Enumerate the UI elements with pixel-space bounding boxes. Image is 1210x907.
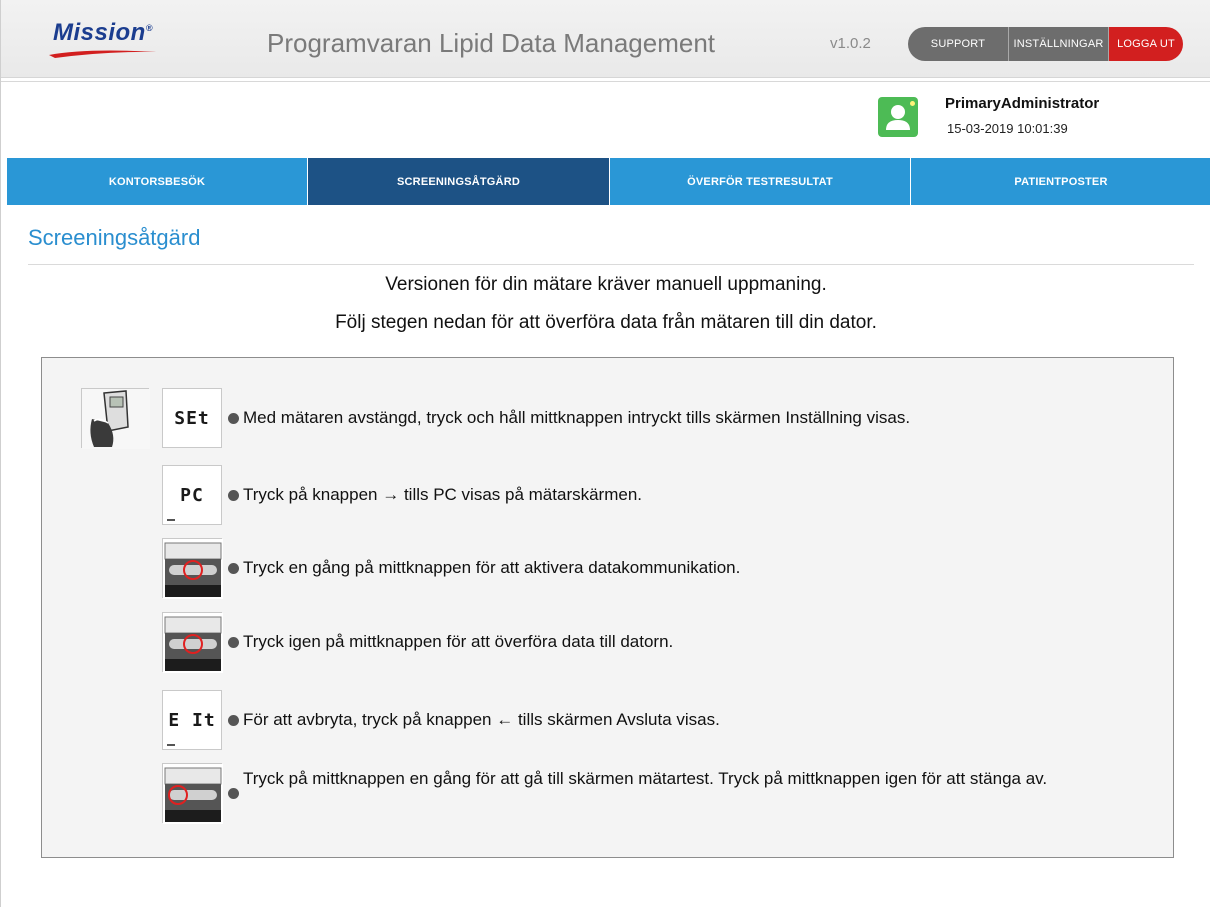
step-2-text: Tryck på knappen → tills PC visas på mät…: [243, 485, 643, 504]
status-dot: [910, 101, 915, 106]
main-nav: KONTORSBESÖK SCREENINGSÅTGÄRD ÖVERFÖR TE…: [7, 158, 1210, 205]
lcd-mem-mark: [167, 519, 175, 521]
title-divider: [28, 264, 1194, 265]
user-avatar-icon: [878, 97, 918, 137]
page-title: Screeningsåtgärd: [28, 225, 201, 250]
tab-kontorsbesok[interactable]: KONTORSBESÖK: [7, 158, 308, 205]
lcd-set-icon: SEt: [162, 388, 222, 448]
bullet-6: [228, 788, 239, 799]
version-label: v1.0.2: [830, 35, 871, 52]
app-title: Programvaran Lipid Data Management: [267, 28, 716, 58]
step-4-text: Tryck igen på mittknappen för att överfö…: [243, 632, 674, 651]
step-1-text: Med mätaren avstängd, tryck och håll mit…: [243, 408, 911, 427]
mission-logo: Mission®: [49, 19, 193, 58]
login-datetime: 15-03-2019 10:01:39: [947, 121, 1068, 136]
logout-button[interactable]: LOGGA UT: [1108, 27, 1183, 61]
logo-swoosh-icon: [49, 50, 157, 58]
tab-screeningsatgard[interactable]: SCREENINGSÅTGÄRD: [308, 158, 610, 205]
instruction-line-2: Följ stegen nedan för att överföra data …: [335, 312, 877, 333]
page: Mission® Programvaran Lipid Data Managem…: [0, 0, 1210, 907]
step-6-text: Tryck på mittknappen en gång för att gå …: [243, 769, 1048, 788]
lcd-exit-icon: E It: [162, 690, 222, 750]
top-header: Mission® Programvaran Lipid Data Managem…: [1, 0, 1210, 82]
bullet-3: [228, 563, 239, 574]
bullet-2: [228, 490, 239, 501]
steps-panel: SEt Med mätaren avstängd, tryck och håll…: [41, 357, 1174, 858]
support-button[interactable]: SUPPORT: [908, 27, 1008, 61]
meter-center-button-icon: [162, 612, 223, 673]
lcd-pc-icon: PC: [162, 465, 222, 525]
lcd-mem-mark: [167, 744, 175, 746]
settings-button[interactable]: INSTÄLLNINGAR: [1008, 27, 1108, 61]
bullet-4: [228, 637, 239, 648]
meter-left-button-icon: [162, 763, 223, 824]
username: PrimaryAdministrator: [945, 95, 1100, 112]
instruction-line-1: Versionen för din mätare kräver manuell …: [385, 274, 827, 295]
bullet-5: [228, 715, 239, 726]
tab-overfor-testresultat[interactable]: ÖVERFÖR TESTRESULTAT: [610, 158, 911, 205]
bullet-1: [228, 413, 239, 424]
meter-hand-icon: [81, 388, 150, 449]
step-5-text: För att avbryta, tryck på knappen ← till…: [243, 710, 720, 729]
logo-text: Mission®: [53, 19, 153, 46]
step-3-text: Tryck en gång på mittknappen för att akt…: [243, 558, 741, 577]
user-info: PrimaryAdministrator 15-03-2019 10:01:39: [1, 82, 1210, 158]
tab-patientposter[interactable]: PATIENTPOSTER: [911, 158, 1210, 205]
meter-center-button-icon: [162, 538, 223, 599]
header-button-group: SUPPORT INSTÄLLNINGAR LOGGA UT: [908, 27, 1183, 61]
